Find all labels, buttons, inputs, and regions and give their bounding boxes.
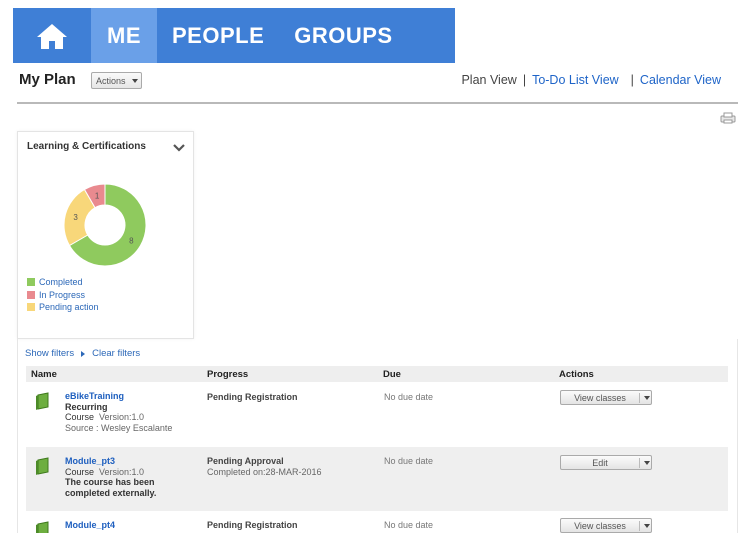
table-row: Module_pt3 Course Version:1.0 The course… [26,447,728,511]
item-version: Version:1.0 [99,412,145,422]
todo-list-view-link[interactable]: To-Do List View [532,73,619,87]
item-title-link[interactable]: Module_pt4 [65,520,115,531]
item-due: No due date [384,456,434,466]
top-nav: ME PEOPLE GROUPS [13,8,455,63]
chart-legend: Completed In Progress Pending action [27,276,99,314]
table-header: Name Progress Due Actions [26,366,728,382]
item-type: Course [65,412,95,422]
tab-me[interactable]: ME [91,8,157,63]
home-icon [37,23,67,49]
item-note: The course has been completed externally… [65,477,157,498]
header-divider [17,102,738,104]
calendar-view-link[interactable]: Calendar View [640,73,721,87]
chevron-down-icon[interactable] [644,461,650,465]
page-title: My Plan [19,71,76,88]
show-filters-link[interactable]: Show filters [25,348,74,359]
column-header-actions: Actions [559,369,594,380]
item-progress-cell: Pending Approval Completed on:28-MAR-201… [207,456,322,477]
legend-item-in-progress[interactable]: In Progress [27,289,99,302]
edit-button[interactable]: Edit [560,455,652,470]
filter-bar: Show filters Clear filters [25,348,140,359]
table-row: Module_pt4 Pending Registration No due d… [26,512,728,533]
view-classes-button[interactable]: View classes [560,518,652,533]
column-header-name[interactable]: Name [31,369,57,380]
item-progress-cell: Pending Registration [207,520,298,531]
course-icon [36,521,49,533]
course-icon [36,392,49,410]
item-title-link[interactable]: eBikeTraining [65,391,172,402]
item-progress-cell: Pending Registration [207,392,298,403]
item-name-cell: Module_pt3 Course Version:1.0 The course… [65,456,175,498]
button-label: View classes [574,521,626,531]
view-switcher: Plan View | To-Do List View | Calendar View [461,73,721,87]
learning-donut-chart: 8 3 1 [63,183,147,267]
home-button[interactable] [13,8,91,63]
item-name-cell: eBikeTraining Recurring Course Version:1… [65,391,172,433]
print-icon[interactable] [720,112,736,124]
item-version: Version:1.0 [99,466,145,477]
donut-value-label: 8 [129,236,134,245]
item-status: Pending Approval [207,456,284,466]
table-row: eBikeTraining Recurring Course Version:1… [26,383,728,445]
legend-item-completed[interactable]: Completed [27,276,99,289]
item-status: Pending Registration [207,520,298,530]
tab-people[interactable]: PEOPLE [157,8,279,63]
column-header-due[interactable]: Due [383,369,401,380]
actions-dropdown[interactable]: Actions [91,72,142,89]
item-due: No due date [384,520,434,530]
chevron-down-icon[interactable] [644,524,650,528]
item-title-link[interactable]: Module_pt3 [65,456,175,467]
item-due: No due date [384,392,434,402]
item-source: Source : Wesley Escalante [65,422,173,433]
button-label: Edit [592,458,608,468]
chevron-down-icon[interactable] [173,144,185,152]
item-type: Course [65,466,95,477]
item-name-cell: Module_pt4 [65,520,115,531]
clear-filters-link[interactable]: Clear filters [92,348,140,359]
actions-label: Actions [96,75,126,86]
chevron-down-icon [132,79,138,83]
panel-title: Learning & Certifications [27,141,146,152]
donut-value-label: 1 [95,192,100,201]
legend-label: Pending action [39,302,99,313]
item-recurrence: Recurring [65,401,108,412]
button-label: View classes [574,393,626,403]
item-status: Pending Registration [207,392,298,402]
chevron-down-icon[interactable] [644,396,650,400]
learning-certifications-panel: Learning & Certifications 8 3 1 Completed … [17,131,194,339]
plan-view-label: Plan View [461,73,517,87]
view-classes-button[interactable]: View classes [560,390,652,405]
course-icon [36,457,49,475]
legend-label: Completed [39,277,83,288]
legend-item-pending-action[interactable]: Pending action [27,301,99,314]
item-completed-date: Completed on:28-MAR-2016 [207,466,322,477]
tab-groups[interactable]: GROUPS [279,8,407,63]
chevron-right-icon [81,350,86,357]
column-header-progress[interactable]: Progress [207,369,248,380]
legend-label: In Progress [39,289,86,300]
donut-value-label: 3 [73,213,78,222]
